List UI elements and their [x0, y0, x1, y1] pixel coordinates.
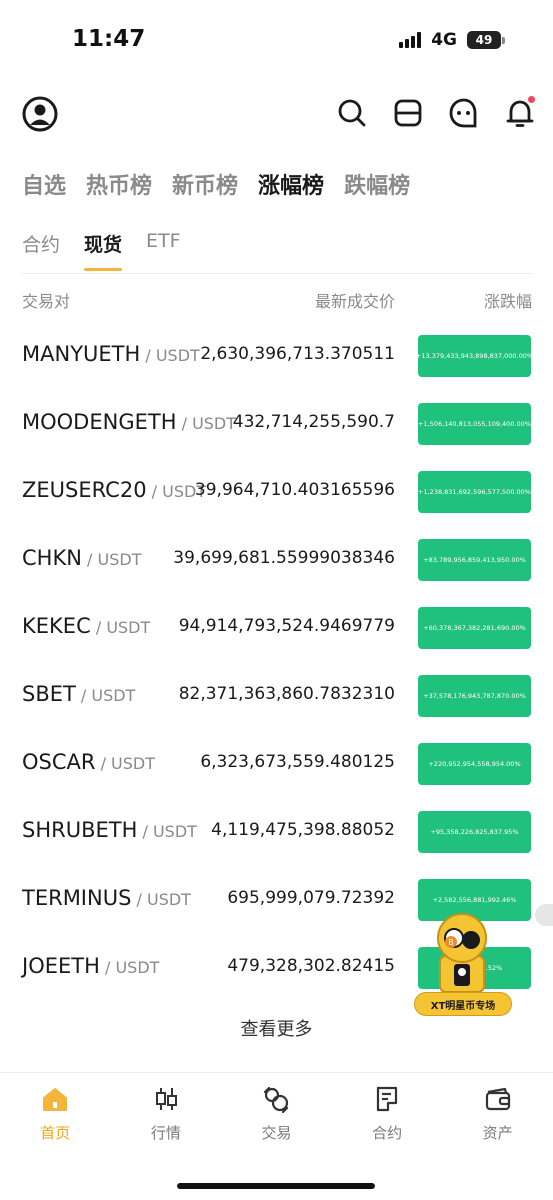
mascot-icon: B: [437, 913, 487, 993]
notification-bell-icon[interactable]: [503, 96, 537, 130]
change-badge[interactable]: +60,378,367,382,281,690.00%: [418, 607, 531, 649]
status-indicators: 4G 49: [399, 30, 505, 50]
pair-quote: / USDT: [95, 754, 156, 773]
last-price: 2,630,396,713.370511: [200, 344, 395, 364]
change-badge[interactable]: +1,506,140,813,055,109,400.00%: [418, 403, 531, 445]
pair-base: MOODENGETH: [22, 410, 177, 434]
pair-quote: / USDT: [176, 414, 237, 433]
pair-base: SHRUBETH: [22, 818, 138, 842]
tab-top-gainers[interactable]: 涨幅榜: [258, 168, 324, 200]
battery-icon: 49: [467, 31, 505, 49]
last-price: 4,119,475,398.88052: [211, 820, 395, 840]
status-bar: 11:47 4G 49: [0, 0, 553, 80]
battery-level: 49: [467, 31, 501, 49]
top-bar: [0, 92, 553, 138]
header-price[interactable]: 最新成交价: [315, 288, 395, 312]
side-drawer-handle[interactable]: [535, 904, 553, 926]
promo-label[interactable]: XT明星币专场: [414, 992, 512, 1016]
change-badge[interactable]: +13,379,433,943,898,837,000.00%: [418, 335, 531, 377]
pair-quote: / USDT: [75, 686, 136, 705]
last-price: 479,328,302.82415: [227, 956, 395, 976]
contract-icon: [376, 1086, 398, 1112]
change-badge[interactable]: +220,952,954,558,954.00%: [418, 743, 531, 785]
pair-quote: / USDT: [99, 958, 160, 977]
status-time: 11:47: [72, 26, 146, 52]
market-row[interactable]: MOODENGETH / USDT 432,714,255,590.7 +1,5…: [0, 390, 553, 458]
market-row[interactable]: MANYUETH / USDT 2,630,396,713.370511 +13…: [0, 322, 553, 390]
svg-text:B: B: [448, 938, 454, 947]
nav-assets[interactable]: 资产: [442, 1080, 553, 1150]
notification-dot: [528, 96, 535, 103]
change-badge[interactable]: +83,789,956,859,413,950.00%: [418, 539, 531, 581]
nav-futures[interactable]: 合约: [332, 1080, 443, 1150]
nav-label: 合约: [372, 1124, 403, 1142]
tab-watchlist[interactable]: 自选: [22, 168, 66, 200]
avatar-icon[interactable]: [22, 96, 58, 132]
main-tabs: 自选 热币榜 新币榜 涨幅榜 跌幅榜: [22, 168, 430, 200]
pair-base: CHKN: [22, 546, 82, 570]
nav-trade[interactable]: 交易: [221, 1080, 332, 1150]
pair-base: MANYUETH: [22, 342, 141, 366]
header-change[interactable]: 涨跌幅: [484, 288, 532, 312]
bottom-nav: 首页 行情 交易 合约 资产: [0, 1080, 553, 1150]
candlestick-icon: [155, 1088, 177, 1110]
market-row[interactable]: OSCAR / USDT 6,323,673,559.480125 +220,9…: [0, 730, 553, 798]
change-badge[interactable]: +37,578,176,943,787,870.00%: [418, 675, 531, 717]
last-price: 39,699,681.55999038346: [173, 548, 395, 568]
last-price: 432,714,255,590.7: [232, 412, 395, 432]
nav-label: 首页: [40, 1124, 71, 1142]
tab-new-coins[interactable]: 新币榜: [172, 168, 238, 200]
pair-quote: / USDT: [90, 618, 151, 637]
pair-base: TERMINUS: [22, 886, 132, 910]
change-badge[interactable]: +1,238,831,692,596,577,500.00%: [418, 471, 531, 513]
nav-label: 资产: [482, 1124, 513, 1142]
last-price: 6,323,673,559.480125: [200, 752, 395, 772]
change-badge[interactable]: +95,358,226,825,837.95%: [418, 811, 531, 853]
last-price: 94,914,793,524.9469779: [178, 616, 395, 636]
signal-icon: [399, 32, 422, 48]
last-price: 39,964,710.403165596: [194, 480, 395, 500]
trade-icon: [264, 1086, 289, 1114]
tab-futures[interactable]: 合约: [22, 230, 60, 271]
market-list: MANYUETH / USDT 2,630,396,713.370511 +13…: [0, 322, 553, 1002]
market-row[interactable]: KEKEC / USDT 94,914,793,524.9469779 +60,…: [0, 594, 553, 662]
network-type: 4G: [431, 30, 457, 50]
tab-spot[interactable]: 现货: [84, 230, 123, 271]
nav-home[interactable]: 首页: [0, 1080, 111, 1150]
pair-quote: / USDT: [131, 890, 191, 909]
wallet-icon: [485, 1087, 510, 1111]
market-row[interactable]: CHKN / USDT 39,699,681.55999038346 +83,7…: [0, 526, 553, 594]
home-indicator: [177, 1183, 375, 1189]
promo-widget[interactable]: B XT明星币专场: [414, 912, 512, 1016]
pair-base: ZEUSERC20: [22, 478, 147, 502]
market-row[interactable]: SHRUBETH / USDT 4,119,475,398.88052 +95,…: [0, 798, 553, 866]
header-pair[interactable]: 交易对: [22, 288, 70, 312]
search-icon[interactable]: [335, 96, 369, 130]
home-icon: [43, 1088, 68, 1111]
pair-base: JOEETH: [22, 954, 100, 978]
nav-label: 行情: [150, 1124, 181, 1142]
view-more-link[interactable]: 查看更多: [0, 1015, 553, 1041]
last-price: 82,371,363,860.7832310: [178, 684, 395, 704]
market-row[interactable]: SBET / USDT 82,371,363,860.7832310 +37,5…: [0, 662, 553, 730]
nav-markets[interactable]: 行情: [111, 1080, 222, 1150]
pair-quote: / USDT: [140, 346, 200, 365]
tab-etf[interactable]: ETF: [146, 230, 181, 271]
last-price: 695,999,079.72392: [227, 888, 395, 908]
scan-icon[interactable]: [391, 96, 425, 130]
tab-top-losers[interactable]: 跌幅榜: [344, 168, 410, 200]
pair-quote: / USDT: [81, 550, 142, 569]
nav-label: 交易: [261, 1124, 292, 1142]
divider: [22, 273, 532, 274]
pair-base: OSCAR: [22, 750, 96, 774]
pair-base: SBET: [22, 682, 76, 706]
pair-base: KEKEC: [22, 614, 91, 638]
market-row[interactable]: ZEUSERC20 / USDT 39,964,710.403165596 +1…: [0, 458, 553, 526]
support-icon[interactable]: [447, 96, 481, 130]
pair-quote: / USDT: [137, 822, 197, 841]
divider: [0, 1072, 553, 1073]
tab-hot-coins[interactable]: 热币榜: [86, 168, 152, 200]
column-headers: 交易对 最新成交价 涨跌幅: [22, 288, 532, 312]
sub-tabs: 合约 现货 ETF: [22, 230, 205, 271]
